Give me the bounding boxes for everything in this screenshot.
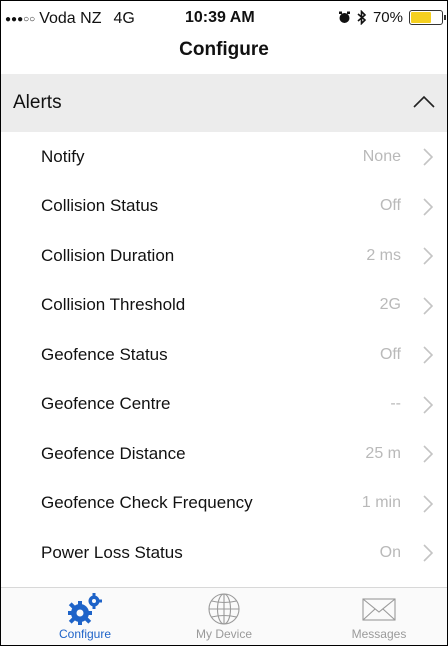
row-collision-status[interactable]: Collision Status Off (1, 182, 447, 232)
bluetooth-icon (357, 10, 367, 25)
row-label: Collision Duration (41, 245, 175, 265)
status-left: ●●●○○ Voda NZ 4G (5, 10, 135, 28)
row-value: On (379, 543, 401, 561)
settings-list: Notify None Collision Status Off Collisi… (1, 132, 447, 578)
row-value: Off (379, 197, 401, 215)
signal-strength-icon: ●●●○○ (5, 13, 36, 25)
envelope-icon (362, 598, 396, 621)
row-geofence-check-frequency[interactable]: Geofence Check Frequency 1 min (1, 479, 447, 529)
globe-icon (208, 593, 240, 625)
chevron-right-icon (423, 494, 433, 513)
row-geofence-status[interactable]: Geofence Status Off (1, 330, 447, 380)
row-label: Geofence Centre (41, 394, 171, 414)
alarm-icon (338, 11, 350, 23)
battery-icon (409, 10, 446, 25)
chevron-right-icon (423, 346, 433, 364)
row-geofence-centre[interactable]: Geofence Centre -- (1, 380, 447, 430)
tab-configure[interactable]: Configure (25, 588, 145, 645)
row-collision-threshold[interactable]: Collision Threshold 2G (1, 281, 447, 331)
tab-label: Messages (351, 627, 407, 641)
carrier-name: Voda NZ (39, 10, 102, 27)
status-bar: ●●●○○ Voda NZ 4G 10:39 AM 70% (1, 1, 447, 35)
row-collision-duration[interactable]: Collision Duration 2 ms (1, 231, 447, 281)
tab-messages[interactable]: Messages (319, 588, 439, 645)
tab-my-device[interactable]: My Device (164, 588, 284, 645)
row-label: Collision Status (41, 196, 159, 216)
chevron-right-icon (423, 148, 433, 166)
row-value: 1 min (361, 494, 401, 512)
status-time: 10:39 AM (185, 9, 255, 26)
row-geofence-distance[interactable]: Geofence Distance 25 m (1, 429, 447, 479)
tab-label: My Device (195, 627, 252, 641)
page-title: Configure (179, 39, 269, 60)
section-title: Alerts (13, 92, 62, 113)
row-value: 2G (379, 296, 401, 314)
tab-label: Configure (58, 627, 112, 641)
chevron-right-icon (423, 247, 433, 265)
chevron-right-icon (423, 395, 433, 414)
battery-percent: 70% (372, 9, 403, 26)
row-label: Geofence Check Frequency (41, 493, 253, 513)
chevron-right-icon (423, 296, 433, 315)
row-value: 25 m (365, 444, 401, 462)
row-label: Power Loss Status (41, 542, 183, 562)
row-value: Off (379, 345, 401, 363)
chevron-right-icon (423, 445, 433, 463)
section-header-alerts[interactable]: Alerts (1, 74, 447, 132)
network-type: 4G (113, 10, 135, 27)
phone-screen: ●●●○○ Voda NZ 4G 10:39 AM 70% Configure … (0, 0, 448, 646)
row-value: 2 ms (366, 246, 401, 264)
row-label: Collision Threshold (41, 295, 186, 315)
chevron-right-icon (423, 544, 433, 562)
status-right: 70% (338, 9, 446, 26)
chevron-right-icon (423, 197, 433, 216)
tab-bar: Configure My Device Messages (1, 587, 447, 645)
battery-fill (411, 12, 431, 23)
row-label: Geofence Status (41, 344, 168, 364)
chevron-up-icon[interactable] (413, 92, 435, 114)
row-value: -- (390, 395, 401, 413)
row-notify[interactable]: Notify None (1, 132, 447, 182)
row-value: None (362, 147, 401, 165)
gears-icon (68, 593, 102, 625)
row-label: Notify (41, 146, 85, 166)
row-label: Geofence Distance (41, 443, 186, 463)
row-power-loss-status[interactable]: Power Loss Status On (1, 528, 447, 578)
